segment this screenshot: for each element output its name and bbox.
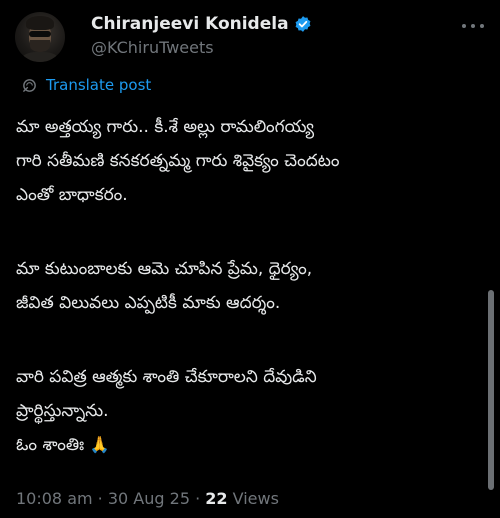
more-dot bbox=[462, 24, 466, 28]
post-line: మా కుటుంబాలకు ఆమె చూపిన ప్రేమ, ధైర్యం, bbox=[16, 259, 313, 279]
post-paragraph-1: మా అత్తయ్య గారు.. కీ.శే అల్లు రామలింగయ్య… bbox=[16, 110, 339, 212]
author-display-name[interactable]: Chiranjeevi Konidela bbox=[91, 14, 289, 34]
globe-translate-icon bbox=[23, 78, 36, 92]
avatar-hair bbox=[26, 16, 54, 30]
translate-post-button[interactable]: Translate post bbox=[21, 74, 151, 96]
more-dot bbox=[480, 24, 484, 28]
post-line: జీవిత విలువలు ఎప్పటికీ మాకు ఆదర్శం. bbox=[16, 293, 281, 313]
avatar[interactable] bbox=[15, 12, 65, 62]
tweet-card: Chiranjeevi Konidela @KChiruTweets Trans… bbox=[0, 0, 500, 518]
views-count[interactable]: 22 bbox=[205, 489, 227, 508]
avatar-beard bbox=[30, 40, 50, 52]
post-line: ప్రార్థిస్తున్నాను. bbox=[16, 401, 109, 421]
verified-badge-icon[interactable] bbox=[294, 15, 312, 33]
avatar-shirt bbox=[21, 52, 59, 62]
author-handle[interactable]: @KChiruTweets bbox=[91, 38, 214, 57]
more-options-icon[interactable] bbox=[462, 24, 484, 32]
more-dot bbox=[471, 24, 475, 28]
meta-separator: · bbox=[92, 489, 108, 508]
post-date[interactable]: 30 Aug 25 bbox=[108, 489, 190, 508]
post-time[interactable]: 10:08 am bbox=[16, 489, 93, 508]
post-paragraph-2: మా కుటుంబాలకు ఆమె చూపిన ప్రేమ, ధైర్యం, జ… bbox=[16, 252, 312, 320]
post-line: గారి సతీమణి కనకరత్నమ్మ గారు శివైక్యం చెం… bbox=[16, 151, 340, 171]
post-line: ఓం శాంతిః bbox=[16, 435, 85, 455]
avatar-glasses bbox=[29, 31, 51, 37]
author-name-row[interactable]: Chiranjeevi Konidela bbox=[91, 13, 312, 35]
post-line: ఎంతో బాధాకరం. bbox=[16, 185, 128, 205]
post-meta: 10:08 am · 30 Aug 25 · 22 Views bbox=[16, 489, 279, 508]
scrollbar[interactable] bbox=[488, 260, 496, 518]
views-label: Views bbox=[227, 489, 279, 508]
translate-post-label: Translate post bbox=[46, 76, 152, 94]
post-line: మా అత్తయ్య గారు.. కీ.శే అల్లు రామలింగయ్య bbox=[16, 117, 315, 137]
post-line: వారి పవిత్ర ఆత్మకు శాంతి చేకూరాలని దేవుడ… bbox=[16, 367, 317, 387]
meta-separator: · bbox=[190, 489, 206, 508]
folded-hands-emoji: 🙏 bbox=[89, 435, 110, 454]
post-line-with-emoji: ఓం శాంతిః 🙏 bbox=[16, 428, 317, 462]
post-paragraph-3: వారి పవిత్ర ఆత్మకు శాంతి చేకూరాలని దేవుడ… bbox=[16, 360, 317, 462]
scrollbar-thumb[interactable] bbox=[488, 290, 494, 490]
